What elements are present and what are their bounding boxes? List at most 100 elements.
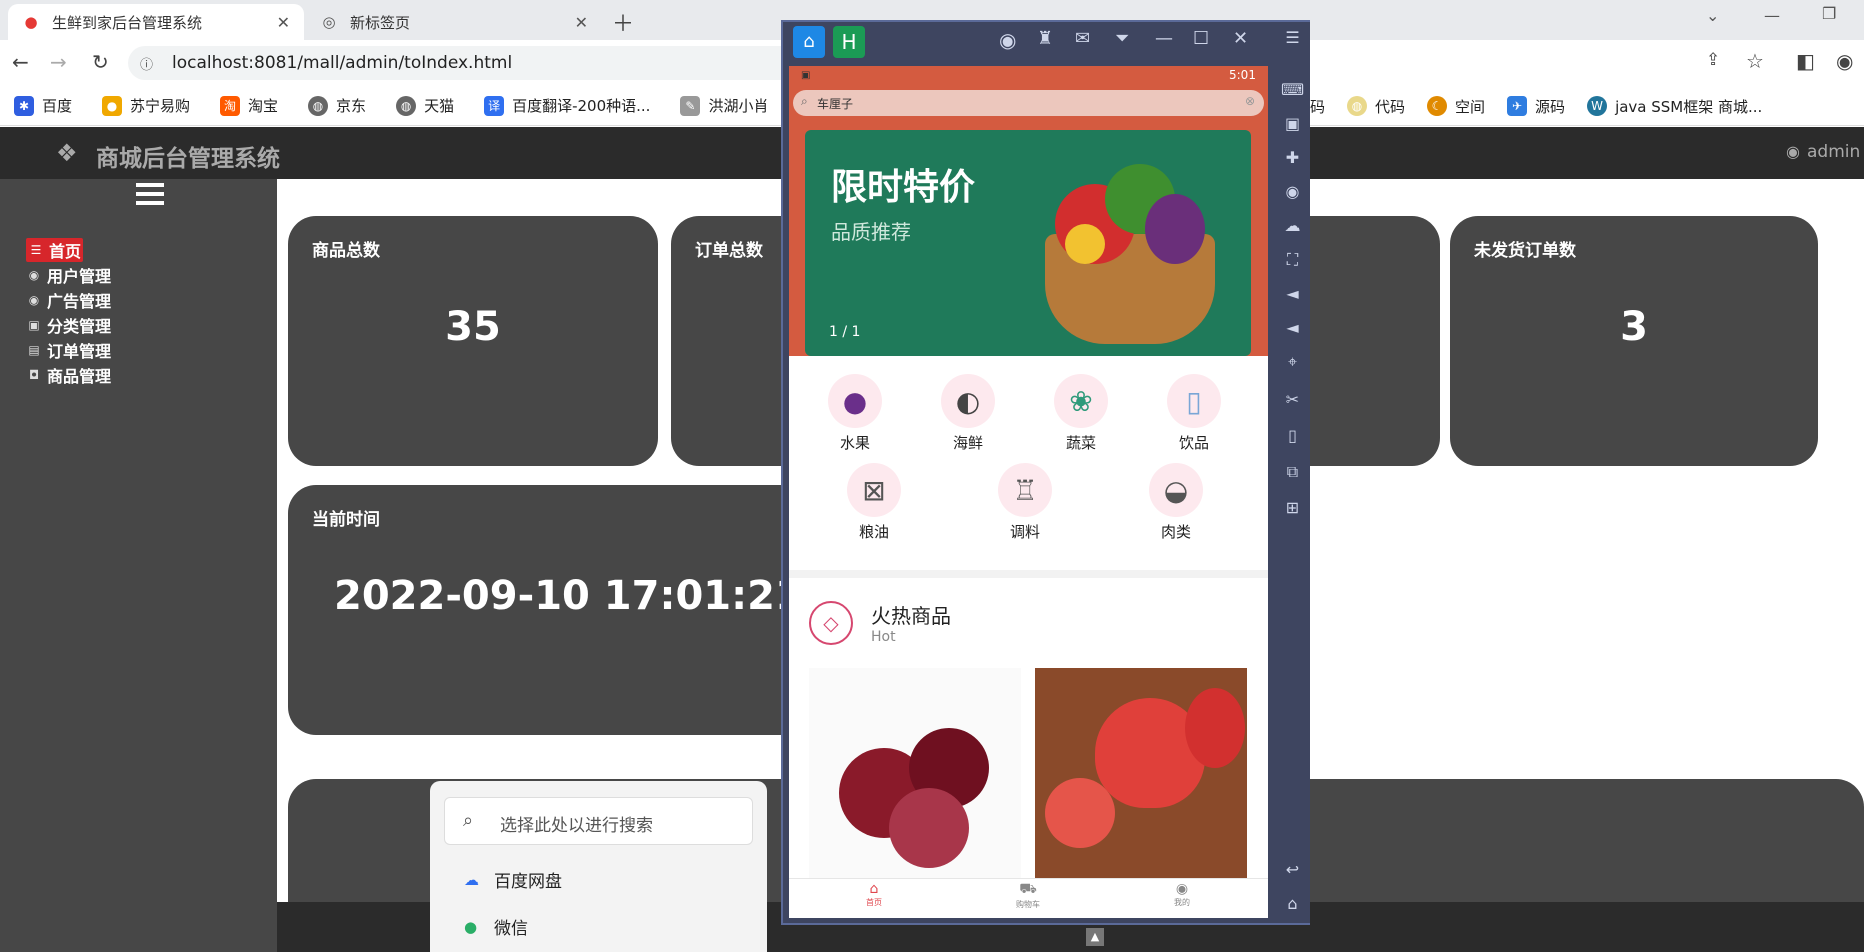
back-icon[interactable]: ← [12, 50, 29, 74]
chevron-down-icon[interactable]: ⌄ [1706, 6, 1719, 25]
home-app-icon[interactable]: ⌂ [793, 26, 825, 58]
category-grain-oil[interactable]: ⊠ 粮油 [834, 463, 914, 542]
tab-inactive[interactable]: ◎ 新标签页 ✕ [306, 4, 602, 40]
h-app-icon[interactable]: H [833, 26, 865, 58]
tab-active[interactable]: ● 生鲜到家后台管理系统 ✕ [8, 4, 304, 40]
shopping-bag-icon: ◘ [28, 367, 40, 382]
bookmark-item[interactable]: ✎ 洪湖小肖 [680, 95, 768, 116]
card-title: 商品总数 [312, 241, 380, 261]
sidebar-item-products[interactable]: ◘ 商品管理 [26, 362, 111, 387]
banner[interactable]: 限时特价 品质推荐 1 / 1 [805, 130, 1251, 356]
home-icon[interactable]: ⌂ [1275, 894, 1310, 913]
gamepad-icon[interactable]: ✚ [1275, 148, 1310, 167]
category-seafood[interactable]: ◐ 海鲜 [928, 374, 1008, 453]
status-time: 5:01 [1229, 68, 1256, 82]
category-vegetables[interactable]: ❀ 蔬菜 [1041, 374, 1121, 453]
phone-search-bar[interactable]: ⌕ 车厘子 ⊗ [793, 90, 1264, 116]
search-result-item[interactable]: ☁ 百度网盘 [464, 867, 562, 893]
nav-home[interactable]: ⌂ 首页 [849, 881, 899, 908]
minimize-icon[interactable]: — [1155, 28, 1173, 49]
person-icon: ◉ [1175, 881, 1189, 897]
info-icon[interactable]: ⓘ [140, 54, 153, 73]
forward-icon[interactable]: → [50, 50, 67, 74]
nav-cart[interactable]: ⛟ 购物车 [1003, 881, 1053, 910]
cloud-icon[interactable]: ☁ [1275, 216, 1310, 235]
scissors-icon[interactable]: ✂ [1275, 390, 1310, 409]
new-tab-icon[interactable]: ＋ [612, 6, 634, 38]
multi-window-icon[interactable]: ⧉ [1275, 462, 1310, 482]
eye-icon[interactable]: ◉ [1275, 182, 1310, 201]
chrome-icon: ◎ [322, 13, 336, 31]
bookmark-item[interactable]: ✈ 源码 [1507, 96, 1565, 117]
sidebar-item-home[interactable]: ☰ 首页 [26, 237, 111, 262]
dropdown-icon[interactable]: ⏷ [1115, 28, 1129, 49]
bookmark-item[interactable]: ● 苏宁易购 [102, 95, 190, 116]
product-cherry-image[interactable] [809, 668, 1021, 878]
nav-profile[interactable]: ◉ 我的 [1157, 881, 1207, 908]
bookmark-item[interactable]: 淘淘宝 [220, 95, 278, 116]
lion-icon: ● [102, 95, 123, 116]
bookmark-item[interactable]: ☾ 空间 [1427, 96, 1485, 117]
sidebar-menu: ☰ 首页 ◉ 用户管理 ◉ 广告管理 ▣ 分类管理 ▤ 订单管理 ◘ 商品管理 [26, 237, 111, 387]
keyboard-icon[interactable]: ⌨ [1275, 80, 1310, 99]
fullscreen-icon[interactable]: ⛶ [1275, 250, 1310, 270]
category-fruit[interactable]: ● 水果 [815, 374, 895, 453]
search-result-item[interactable]: ● 微信 [464, 914, 528, 940]
maximize-icon[interactable]: ☐ [1193, 28, 1209, 49]
hamburger-icon[interactable] [136, 183, 164, 205]
sidebar: ☰ 首页 ◉ 用户管理 ◉ 广告管理 ▣ 分类管理 ▤ 订单管理 ◘ 商品管理 [0, 179, 277, 952]
bookmark-item[interactable]: 译百度翻译-200种语... [484, 95, 650, 116]
bookmark-item[interactable]: ◍ 代码 [1347, 96, 1405, 117]
clear-icon[interactable]: ⊗ [1245, 94, 1255, 108]
search-icon: ⌕ [801, 94, 808, 108]
bookmark-item[interactable]: 码 [1310, 96, 1325, 117]
shake-icon[interactable]: ▯ [1275, 426, 1310, 445]
volume-up-icon[interactable]: ◄ [1275, 284, 1310, 303]
mail-icon[interactable]: ✉ [1075, 28, 1090, 49]
sidepanel-icon[interactable]: ◧ [1796, 49, 1815, 73]
product-strawberry-image[interactable] [1035, 668, 1247, 878]
menu-icon[interactable]: ☰ [1275, 28, 1310, 47]
address-bar[interactable]: ⓘ localhost:8081/mall/admin/toIndex.html [128, 46, 798, 80]
category-meat[interactable]: ◒ 肉类 [1136, 463, 1216, 542]
card-value: 3 [1620, 304, 1648, 350]
bookmark-item[interactable]: ✱ 百度 [14, 95, 72, 116]
screen-icon[interactable]: ▣ [1275, 114, 1310, 133]
sidebar-item-users[interactable]: ◉ 用户管理 [26, 262, 111, 287]
back-icon[interactable]: ↩ [1275, 860, 1310, 879]
category-drinks[interactable]: ▯ 饮品 [1154, 374, 1234, 453]
bookmark-item[interactable]: ◍ 京东 [308, 95, 366, 116]
category-seasoning[interactable]: ♖ 调料 [985, 463, 1065, 542]
bookmark-item[interactable]: ◍ 天猫 [396, 95, 454, 116]
sidebar-item-orders[interactable]: ▤ 订单管理 [26, 337, 111, 362]
restore-icon[interactable]: ❐ [1822, 4, 1836, 23]
star-icon[interactable]: ☆ [1746, 49, 1764, 73]
search-input[interactable]: ⌕ 选择此处以进行搜索 [444, 797, 753, 845]
shirt-icon[interactable]: ♜ [1037, 28, 1053, 49]
bottle-icon: ♖ [998, 463, 1052, 517]
sidebar-item-categories[interactable]: ▣ 分类管理 [26, 312, 111, 337]
close-icon[interactable]: ✕ [1233, 28, 1248, 49]
volume-down-icon[interactable]: ◄ [1275, 318, 1310, 337]
search-icon: ⌕ [463, 810, 474, 831]
account-icon[interactable]: ◉ [999, 28, 1016, 52]
admin-menu[interactable]: admin [1807, 142, 1860, 162]
scroll-top-icon[interactable]: ▲ [1086, 928, 1104, 946]
start-search-panel: ⌕ 选择此处以进行搜索 ☁ 百度网盘 ● 微信 [430, 781, 767, 952]
location-icon[interactable]: ⌖ [1275, 352, 1310, 372]
share-icon[interactable]: ⇪ [1706, 50, 1720, 70]
search-placeholder: 选择此处以进行搜索 [500, 816, 653, 836]
milk-carton-icon: ▯ [1167, 374, 1221, 428]
profile-icon[interactable]: ◉ [1836, 49, 1853, 73]
bird-icon: ✈ [1507, 96, 1528, 116]
minimize-icon[interactable]: — [1764, 6, 1780, 25]
close-icon[interactable]: ✕ [277, 13, 290, 32]
sidebar-item-ads[interactable]: ◉ 广告管理 [26, 287, 111, 312]
wechat-icon: ● [464, 917, 478, 936]
close-icon[interactable]: ✕ [575, 13, 588, 32]
url-text[interactable]: localhost:8081/mall/admin/toIndex.html [172, 53, 512, 73]
reload-icon[interactable]: ↻ [92, 50, 109, 74]
bookmark-item[interactable]: Wjava SSM框架 商城... [1587, 96, 1762, 117]
apk-icon[interactable]: ⊞ [1275, 498, 1310, 517]
app-title: 商城后台管理系统 [96, 146, 280, 172]
